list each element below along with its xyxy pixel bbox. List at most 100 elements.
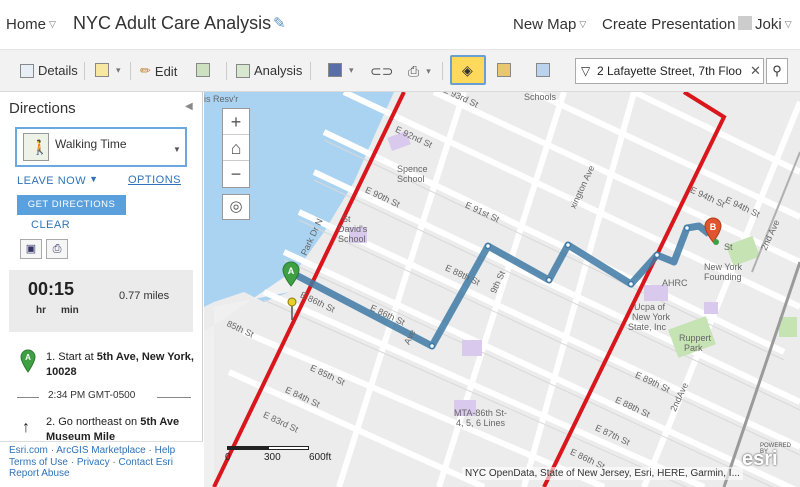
panel-title: Directions [9,100,76,117]
map-label: Founding [704,272,742,282]
hr-label: hr [36,305,46,316]
home-button[interactable]: ⌂ [223,135,249,161]
chevron-down-icon: ▼ [173,145,181,154]
add-button[interactable]: ▾ [95,63,121,77]
step-time: 2:34 PM GMT-0500 [48,390,136,401]
chevron-down-icon: ▾ [349,64,354,75]
map-view[interactable]: A B is Resv'r E 93rd St Schools E 92nd S… [204,92,800,487]
esri-link[interactable]: Esri.com [9,445,48,456]
bookmark-icon [536,63,550,77]
route-summary: 00:15 hr min 0.77 miles [9,270,193,332]
locate-button[interactable]: ◎ [222,194,250,220]
step-number: 1. [46,351,56,363]
report-abuse-link[interactable]: Report Abuse [9,468,70,479]
map-label: New York [632,312,671,322]
chevron-down-icon: ▽ [784,19,792,29]
options-link[interactable]: OPTIONS [128,174,181,186]
basemap-icon [196,63,210,77]
link-button[interactable]: ⊂⊃ [370,63,393,80]
save-directions-button[interactable]: ▣ [20,239,42,259]
marker-b[interactable]: B [704,217,722,245]
privacy-link[interactable]: Privacy [77,457,110,468]
directions-button[interactable]: ◈ [450,55,486,85]
distance: 0.77 miles [119,290,170,302]
details-button[interactable]: Details [20,63,78,78]
analysis-icon [236,63,250,78]
filter-icon[interactable]: ▽ [581,64,590,78]
search-button[interactable]: ⚲ [766,58,788,84]
min-label: min [61,305,79,316]
search-input[interactable] [597,62,747,80]
save-icon [328,63,342,77]
avatar[interactable] [738,16,752,30]
zoom-out-button[interactable]: − [223,161,249,187]
footer: Esri.com · ArcGIS Marketplace · Help Ter… [0,441,203,487]
top-bar: Home ▽ NYC Adult Care Analysis ✎ New Map ▽… [0,0,800,50]
walking-icon: 🚶 [23,133,49,161]
user-menu[interactable]: Joki ▽ [755,16,792,33]
map-label: School [397,174,425,184]
analysis-label: Analysis [254,63,303,78]
print-icon: ⎙ [408,63,420,79]
arrow-up-icon: ↑ [22,419,30,436]
chevron-down-icon: ▽ [49,19,56,29]
collapse-icon[interactable]: ◀ [185,101,193,112]
zoom-in-button[interactable]: + [223,109,249,135]
start-marker-icon: A [20,349,36,373]
close-icon[interactable]: ✕ [750,63,761,79]
bookmark-button[interactable] [536,63,550,77]
divider [310,62,311,80]
map-label: St [724,242,733,252]
svg-text:A: A [25,353,31,362]
user-name: Joki [755,16,782,33]
print-directions-button[interactable]: ⎙ [46,239,68,259]
esri-logo: esri [742,448,778,470]
get-directions-button[interactable]: GET DIRECTIONS [17,195,126,215]
svg-text:A: A [288,266,295,276]
marketplace-link[interactable]: ArcGIS Marketplace [56,445,145,456]
basemap-button[interactable] [196,63,210,77]
new-map-menu[interactable]: New Map ▽ [513,16,586,33]
divider [130,62,131,80]
duration: 00:15 [28,279,75,299]
scale-bar-segment [268,446,309,450]
new-map-label: New Map [513,16,577,33]
chevron-down-icon: ▾ [116,64,121,75]
terms-link[interactable]: Terms of Use [9,457,68,468]
step-1[interactable]: 1. Start at 5th Ave, New York, 10028 [46,350,196,380]
directions-icon: ◈ [462,62,473,78]
details-icon [20,63,34,78]
step-location: 5th Ave [140,416,180,428]
map-label: New York [704,262,743,272]
map-label: AHRC [662,278,688,288]
leave-now-dropdown[interactable]: LEAVE NOW ▼ [17,174,99,187]
scale-label: 600ft [309,452,332,463]
step-text: Start at [58,351,94,363]
search-box: ▽ ✕ [575,58,764,84]
map-label: David's [338,224,368,234]
create-presentation-link[interactable]: Create Presentation [602,16,735,33]
pencil-icon[interactable]: ✎ [273,14,286,32]
contact-link[interactable]: Contact Esri [119,457,173,468]
map-label: is Resv'r [204,94,239,104]
travel-mode-label: Walking Time [55,137,127,151]
save-button[interactable]: ▾ [328,63,354,77]
save-icon: ▣ [25,243,37,255]
divider [157,397,191,398]
travel-mode-select[interactable]: 🚶 Walking Time ▼ [15,127,187,167]
institution [462,340,482,356]
crosshair-icon: ◎ [229,198,243,215]
print-button[interactable]: ⎙ ▾ [408,63,431,80]
clear-link[interactable]: CLEAR [31,219,70,231]
map-attribution: NYC OpenData, State of New Jersey, Esri,… [462,467,743,480]
home-menu[interactable]: Home ▽ [6,16,56,33]
help-link[interactable]: Help [155,445,176,456]
link-icon: ⊂⊃ [370,63,394,79]
measure-button[interactable] [497,63,511,77]
zoom-controls: + ⌂ − [222,108,250,188]
analysis-button[interactable]: Analysis [236,63,302,78]
map-label: MTA-86th St- [454,408,507,418]
edit-button[interactable]: ✏ Edit [140,63,177,79]
chevron-down-icon: ▾ [426,66,431,76]
search-icon: ⚲ [772,63,782,78]
